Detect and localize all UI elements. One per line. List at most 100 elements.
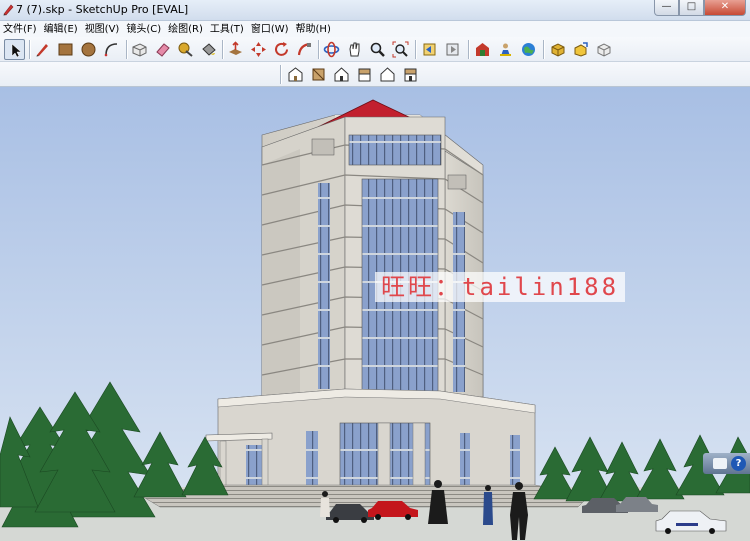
circle-tool[interactable] bbox=[78, 39, 99, 60]
iso-view-icon bbox=[288, 67, 303, 82]
geo-location-button[interactable] bbox=[518, 39, 539, 60]
rotate-icon bbox=[275, 42, 288, 56]
help-icon[interactable]: ? bbox=[731, 456, 746, 471]
views-toolbar bbox=[0, 62, 750, 87]
toolbar-separator bbox=[468, 40, 469, 59]
arc-icon bbox=[104, 43, 118, 57]
follow-me-icon bbox=[297, 42, 311, 56]
toolbar-separator bbox=[280, 65, 281, 84]
maximize-button[interactable]: □ bbox=[679, 0, 704, 16]
left-view-icon bbox=[404, 68, 417, 82]
warehouse-icon bbox=[476, 43, 489, 56]
warehouse-group bbox=[472, 39, 541, 60]
toolbar-separator bbox=[126, 40, 127, 59]
model-scene bbox=[0, 87, 750, 541]
menu-bar: 文件(F) 编辑(E) 视图(V) 镜头(C) 绘图(R) 工具(T) 窗口(W… bbox=[0, 21, 750, 37]
geo-location-icon bbox=[522, 43, 535, 56]
select-icon bbox=[11, 43, 22, 58]
select-tool[interactable] bbox=[4, 39, 25, 60]
scene-navigation-widget[interactable]: ? bbox=[703, 453, 750, 474]
top-view-icon bbox=[312, 68, 325, 81]
menu-window[interactable]: 窗口(W) bbox=[248, 21, 293, 37]
orbit-tool[interactable] bbox=[321, 39, 342, 60]
menu-draw[interactable]: 绘图(R) bbox=[165, 21, 207, 37]
right-view-icon bbox=[358, 68, 371, 82]
sketchup-window: 7 (7).skp - SketchUp Pro [EVAL] — □ ✕ 文件… bbox=[0, 0, 750, 541]
toolbar-separator bbox=[318, 40, 319, 59]
left-view-button[interactable] bbox=[400, 64, 421, 85]
tape-measure-icon bbox=[178, 42, 193, 57]
main-toolbar bbox=[0, 37, 750, 62]
minimize-button[interactable]: — bbox=[654, 0, 679, 16]
toolbar-separator bbox=[415, 40, 416, 59]
model-viewport[interactable]: 旺旺：tailin188 ? bbox=[0, 87, 750, 541]
photo-texture-button[interactable] bbox=[495, 39, 516, 60]
share-model-button[interactable] bbox=[570, 39, 591, 60]
rectangle-tool[interactable] bbox=[55, 39, 76, 60]
zoom-extents-tool[interactable] bbox=[390, 39, 411, 60]
warehouse-button[interactable] bbox=[472, 39, 493, 60]
back-view-icon bbox=[380, 67, 395, 82]
toolbar-separator bbox=[29, 40, 30, 59]
toolbar-separator bbox=[543, 40, 544, 59]
move-icon bbox=[251, 42, 266, 57]
tower-building bbox=[261, 99, 484, 398]
previous-view-tool[interactable] bbox=[419, 39, 440, 60]
eraser-icon bbox=[156, 43, 170, 57]
window-icon[interactable] bbox=[713, 458, 727, 469]
component-button[interactable] bbox=[593, 39, 614, 60]
window-title: 7 (7).skp - SketchUp Pro [EVAL] bbox=[16, 3, 189, 16]
extension-icon bbox=[551, 43, 565, 57]
push-pull-icon bbox=[229, 41, 242, 55]
iso-view-button[interactable] bbox=[285, 64, 306, 85]
toolbar-separator bbox=[222, 40, 223, 59]
share-model-icon bbox=[574, 42, 588, 57]
make-component-icon bbox=[132, 43, 147, 57]
menu-file[interactable]: 文件(F) bbox=[0, 21, 41, 37]
tape-measure-tool[interactable] bbox=[175, 39, 196, 60]
eraser-tool[interactable] bbox=[152, 39, 173, 60]
draw-group bbox=[32, 39, 124, 60]
pan-icon bbox=[349, 42, 360, 57]
extension-group bbox=[547, 39, 616, 60]
menu-tools[interactable]: 工具(T) bbox=[207, 21, 248, 37]
component-icon bbox=[597, 43, 611, 57]
pencil-tool[interactable] bbox=[32, 39, 53, 60]
zoom-icon bbox=[370, 42, 385, 57]
menu-view[interactable]: 视图(V) bbox=[82, 21, 124, 37]
front-view-button[interactable] bbox=[331, 64, 352, 85]
zoom-tool[interactable] bbox=[367, 39, 388, 60]
top-view-button[interactable] bbox=[308, 64, 329, 85]
front-view-icon bbox=[334, 67, 349, 82]
select-group bbox=[4, 39, 27, 60]
follow-me-tool[interactable] bbox=[294, 39, 315, 60]
close-button[interactable]: ✕ bbox=[704, 0, 746, 16]
move-tool[interactable] bbox=[248, 39, 269, 60]
menu-help[interactable]: 帮助(H) bbox=[293, 21, 335, 37]
view-history-group bbox=[419, 39, 465, 60]
rotate-tool[interactable] bbox=[271, 39, 292, 60]
standard-views-group bbox=[285, 64, 423, 85]
push-pull-tool[interactable] bbox=[225, 39, 246, 60]
pan-tool[interactable] bbox=[344, 39, 365, 60]
circle-icon bbox=[81, 42, 96, 57]
previous-view-icon bbox=[423, 43, 436, 56]
make-component-tool[interactable] bbox=[129, 39, 150, 60]
edit-group bbox=[129, 39, 221, 60]
arc-tool[interactable] bbox=[101, 39, 122, 60]
paint-bucket-tool[interactable] bbox=[198, 39, 219, 60]
orbit-icon bbox=[323, 41, 340, 58]
rectangle-icon bbox=[58, 43, 73, 56]
back-view-button[interactable] bbox=[377, 64, 398, 85]
sketchup-app-icon bbox=[3, 4, 14, 16]
watermark: 旺旺：tailin188 bbox=[375, 272, 626, 302]
menu-edit[interactable]: 编辑(E) bbox=[41, 21, 82, 37]
title-bar: 7 (7).skp - SketchUp Pro [EVAL] — □ ✕ bbox=[0, 0, 750, 21]
pencil-icon bbox=[36, 44, 48, 57]
paint-bucket-icon bbox=[202, 43, 216, 56]
right-view-button[interactable] bbox=[354, 64, 375, 85]
menu-camera[interactable]: 镜头(C) bbox=[123, 21, 165, 37]
window-controls: — □ ✕ bbox=[654, 0, 746, 17]
next-view-tool[interactable] bbox=[442, 39, 463, 60]
extension-button[interactable] bbox=[547, 39, 568, 60]
